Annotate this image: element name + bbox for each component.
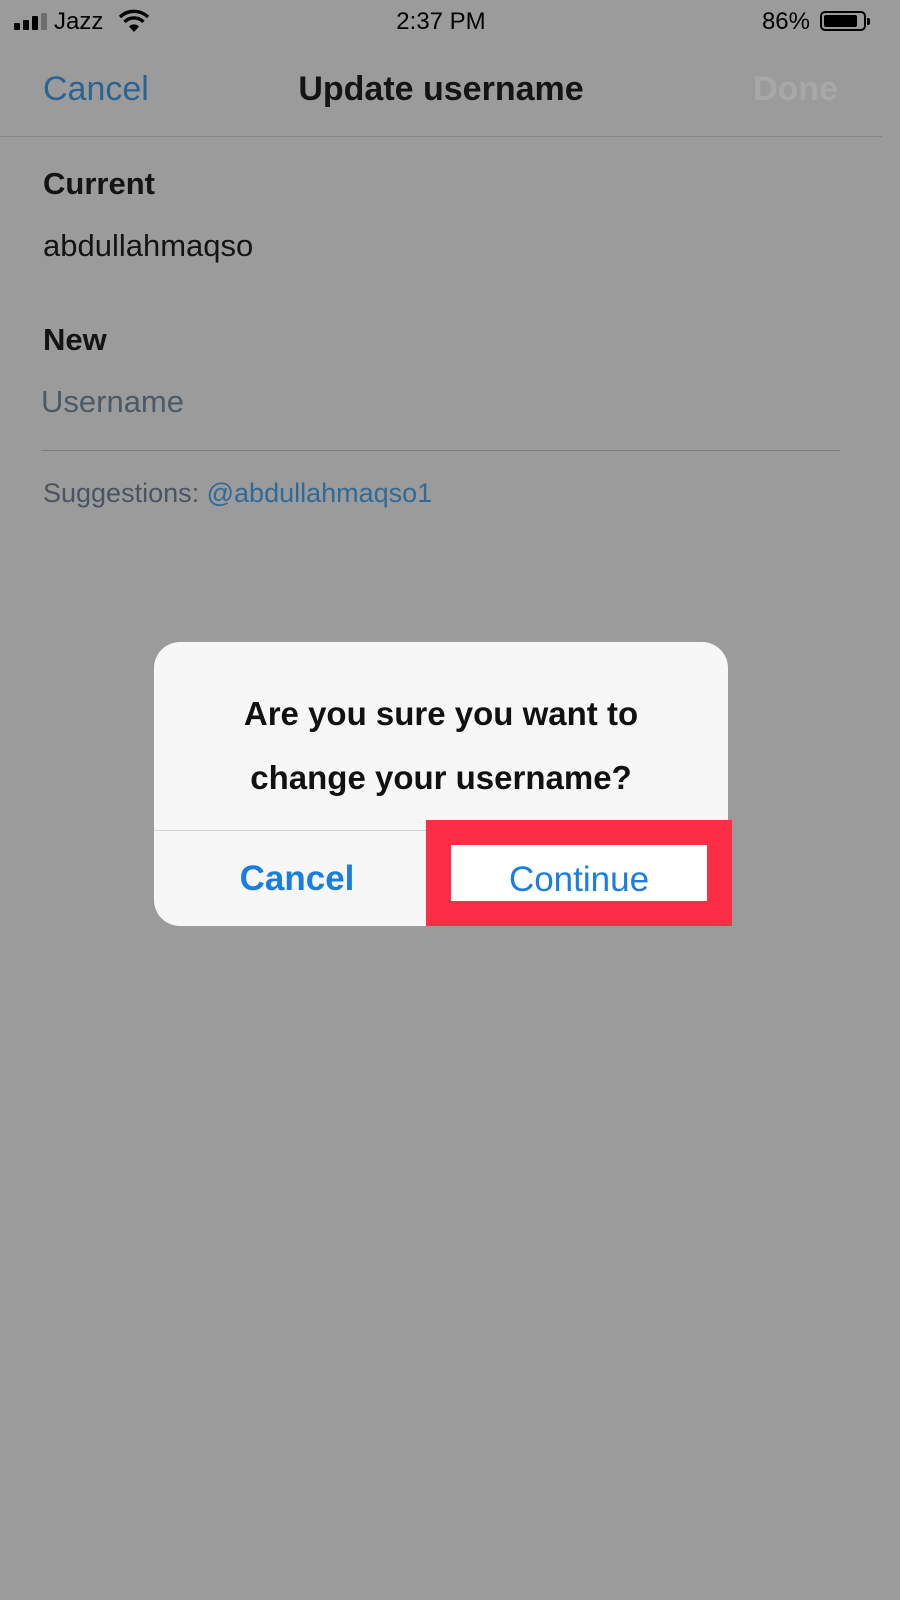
status-bar: Jazz 2:37 PM 86% bbox=[0, 0, 882, 44]
battery-icon bbox=[820, 11, 870, 31]
battery-nub bbox=[867, 18, 870, 25]
page-title: Update username bbox=[298, 70, 584, 108]
current-username-label: Current bbox=[43, 166, 155, 201]
suggestions-row: Suggestions: @abdullahmaqso1 bbox=[43, 478, 432, 509]
alert-message: Are you sure you want to change your use… bbox=[154, 682, 728, 810]
new-username-label: New bbox=[43, 322, 107, 357]
alert-message-line2: change your username? bbox=[250, 759, 632, 796]
status-time: 2:37 PM bbox=[396, 8, 486, 35]
suggestions-label: Suggestions: bbox=[43, 478, 200, 508]
battery-percent: 86% bbox=[761, 8, 810, 35]
suggested-username-link[interactable]: @abdullahmaqso1 bbox=[207, 478, 433, 508]
new-username-input[interactable]: Username bbox=[41, 380, 840, 451]
nav-done-button[interactable]: Done bbox=[753, 70, 838, 109]
current-username-value: abdullahmaqso bbox=[43, 228, 254, 263]
alert-cancel-button[interactable]: Cancel bbox=[154, 831, 440, 926]
alert-continue-button[interactable]: Continue bbox=[426, 820, 732, 926]
username-placeholder: Username bbox=[41, 384, 184, 419]
battery-fill bbox=[824, 15, 857, 27]
alert-message-line1: Are you sure you want to bbox=[243, 695, 639, 732]
navigation-bar: Cancel Update username Done bbox=[0, 44, 882, 137]
